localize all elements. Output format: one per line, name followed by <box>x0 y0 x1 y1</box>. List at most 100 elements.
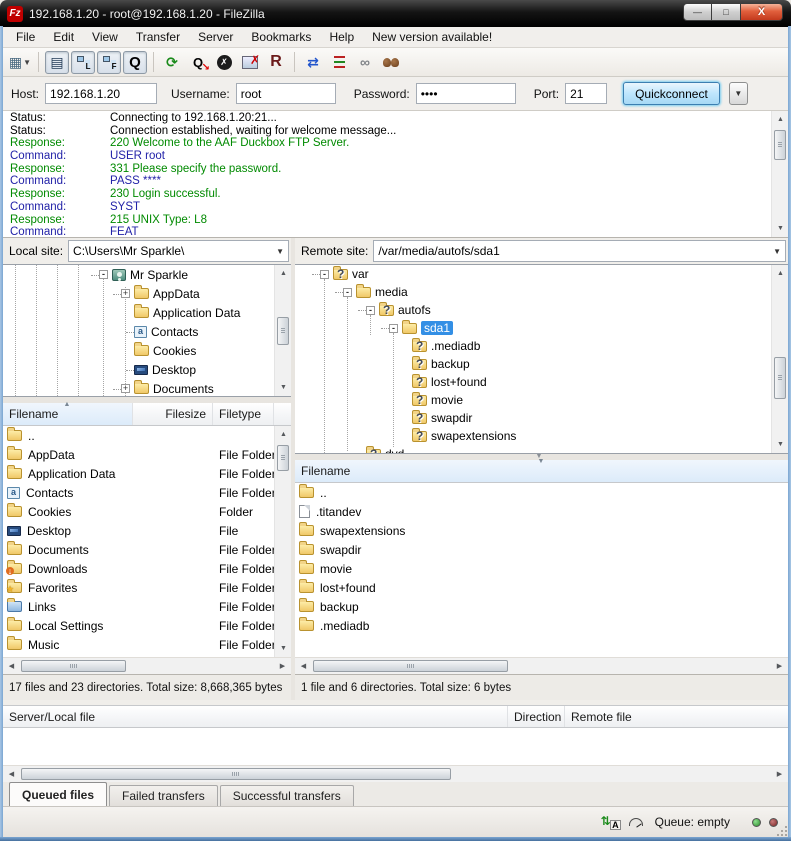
expand-icon[interactable] <box>121 289 130 298</box>
file-row[interactable]: LinksFile Folder <box>3 597 274 616</box>
column-direction[interactable]: Direction <box>508 706 565 727</box>
tree-item-documents[interactable]: Documents <box>3 379 274 396</box>
scrollbar-thumb[interactable] <box>21 768 451 780</box>
synchronized-browsing-button[interactable]: ⇄ <box>301 51 325 74</box>
menu-transfer[interactable]: Transfer <box>127 28 189 46</box>
file-row[interactable]: CookiesFolder <box>3 502 274 521</box>
resize-grip[interactable] <box>777 826 787 836</box>
titlebar[interactable]: Fz 192.168.1.20 - root@192.168.1.20 - Fi… <box>0 0 791 27</box>
site-manager-button[interactable]: ▦ ▼ <box>8 51 32 74</box>
scroll-up-icon[interactable]: ▲ <box>275 265 291 282</box>
column-remote-file[interactable]: Remote file <box>565 706 788 727</box>
local-tree-scrollbar[interactable]: ▲ ▼ <box>274 265 291 396</box>
chevron-down-icon[interactable]: ▼ <box>773 247 781 256</box>
tree-item-backup[interactable]: backup <box>295 355 771 373</box>
queue-hscrollbar[interactable]: ◀ ▶ <box>3 765 788 782</box>
scroll-left-icon[interactable]: ◀ <box>3 766 20 783</box>
local-list-hscrollbar[interactable]: ◀ ▶ <box>3 657 291 674</box>
quickconnect-dropdown-button[interactable]: ▼ <box>729 82 748 105</box>
menu-help[interactable]: Help <box>320 28 363 46</box>
toggle-queue-button[interactable]: Q <box>123 51 147 74</box>
scroll-left-icon[interactable]: ◀ <box>295 658 312 675</box>
collapse-icon[interactable] <box>99 270 108 279</box>
column-filename[interactable]: Filename ▲ <box>3 403 133 425</box>
scrollbar-thumb[interactable] <box>277 445 289 471</box>
tab-queued-files[interactable]: Queued files <box>9 782 107 806</box>
scroll-down-icon[interactable]: ▼ <box>772 436 788 453</box>
tab-failed-transfers[interactable]: Failed transfers <box>109 785 218 806</box>
file-row[interactable]: lost+found <box>295 578 788 597</box>
file-row[interactable]: movie <box>295 559 788 578</box>
menu-file[interactable]: File <box>7 28 44 46</box>
tree-item-swapextensions[interactable]: swapextensions <box>295 427 771 445</box>
reconnect-button[interactable]: R <box>264 51 288 74</box>
quickconnect-button[interactable]: Quickconnect <box>623 82 720 105</box>
file-row[interactable]: ContactsFile Folder <box>3 483 274 502</box>
chevron-down-icon[interactable]: ▼ <box>276 247 284 256</box>
menu-view[interactable]: View <box>83 28 127 46</box>
close-button[interactable]: X <box>741 3 783 21</box>
tree-item-lost-found[interactable]: lost+found <box>295 373 771 391</box>
tree-item-movie[interactable]: movie <box>295 391 771 409</box>
tree-item-contacts[interactable]: Contacts <box>3 322 274 341</box>
file-row[interactable]: DesktopFile <box>3 521 274 540</box>
column-filesize[interactable]: Filesize <box>133 403 213 425</box>
tree-item-mediadb[interactable]: .mediadb <box>295 337 771 355</box>
column-server-local-file[interactable]: Server/Local file <box>3 706 508 727</box>
file-row[interactable]: DownloadsFile Folder <box>3 559 274 578</box>
local-site-combo[interactable]: C:\Users\Mr Sparkle\ ▼ <box>68 240 289 262</box>
file-row[interactable]: .. <box>3 426 274 445</box>
scroll-right-icon[interactable]: ▶ <box>274 658 291 675</box>
local-list-scrollbar[interactable]: ▲ ▼ <box>274 426 291 657</box>
file-row[interactable]: swapdir <box>295 540 788 559</box>
file-row[interactable]: DocumentsFile Folder <box>3 540 274 559</box>
file-row[interactable]: swapextensions <box>295 521 788 540</box>
collapse-icon[interactable] <box>366 306 375 315</box>
remote-tree-scrollbar[interactable]: ▲ ▼ <box>771 265 788 453</box>
file-row[interactable]: .titandev <box>295 502 788 521</box>
collapse-icon[interactable] <box>389 324 398 333</box>
tree-item-var[interactable]: var <box>295 265 771 283</box>
column-filename[interactable]: Filename ▼ <box>295 460 788 482</box>
tree-item-media[interactable]: media <box>295 283 771 301</box>
scroll-down-icon[interactable]: ▼ <box>275 379 291 396</box>
collapse-icon[interactable] <box>343 288 352 297</box>
tree-item-autofs[interactable]: autofs <box>295 301 771 319</box>
scrollbar-thumb[interactable] <box>774 357 786 399</box>
scrollbar-thumb[interactable] <box>313 660 508 672</box>
collapse-icon[interactable] <box>320 270 329 279</box>
toggle-local-tree-button[interactable] <box>71 51 95 74</box>
scroll-down-icon[interactable]: ▼ <box>772 220 788 237</box>
remote-site-combo[interactable]: /var/media/autofs/sda1 ▼ <box>373 240 786 262</box>
file-row[interactable]: MusicFile Folder <box>3 635 274 654</box>
scroll-left-icon[interactable]: ◀ <box>3 658 20 675</box>
toggle-remote-tree-button[interactable] <box>97 51 121 74</box>
password-input[interactable] <box>416 83 516 104</box>
tree-item-sda1[interactable]: sda1 <box>295 319 771 337</box>
remote-list-hscrollbar[interactable]: ◀ ▶ <box>295 657 788 674</box>
speed-limits-icon[interactable] <box>629 818 643 826</box>
tree-item-mr-sparkle[interactable]: Mr Sparkle <box>3 265 274 284</box>
log-scrollbar[interactable]: ▲ ▼ <box>771 111 788 237</box>
port-input[interactable] <box>565 83 607 104</box>
menu-bookmarks[interactable]: Bookmarks <box>242 28 320 46</box>
directory-comparison-button[interactable] <box>327 51 351 74</box>
file-row[interactable]: Application DataFile Folder <box>3 464 274 483</box>
tree-item-swapdir[interactable]: swapdir <box>295 409 771 427</box>
file-row[interactable]: Local SettingsFile Folder <box>3 616 274 635</box>
file-row[interactable]: AppDataFile Folder <box>3 445 274 464</box>
tree-item-desktop[interactable]: Desktop <box>3 360 274 379</box>
file-row[interactable]: .mediadb <box>295 616 788 635</box>
host-input[interactable] <box>45 83 157 104</box>
disconnect-button[interactable] <box>238 51 262 74</box>
column-filetype[interactable]: Filetype <box>213 403 274 425</box>
minimize-button[interactable]: — <box>683 3 712 21</box>
expand-icon[interactable] <box>121 384 130 393</box>
username-input[interactable] <box>236 83 336 104</box>
scroll-right-icon[interactable]: ▶ <box>771 766 788 783</box>
file-search-button[interactable] <box>379 51 403 74</box>
scroll-up-icon[interactable]: ▲ <box>772 111 788 128</box>
process-queue-button[interactable]: Q <box>186 51 210 74</box>
scroll-up-icon[interactable]: ▲ <box>275 426 291 443</box>
site-manager-dropdown-icon[interactable]: ▼ <box>23 58 31 67</box>
